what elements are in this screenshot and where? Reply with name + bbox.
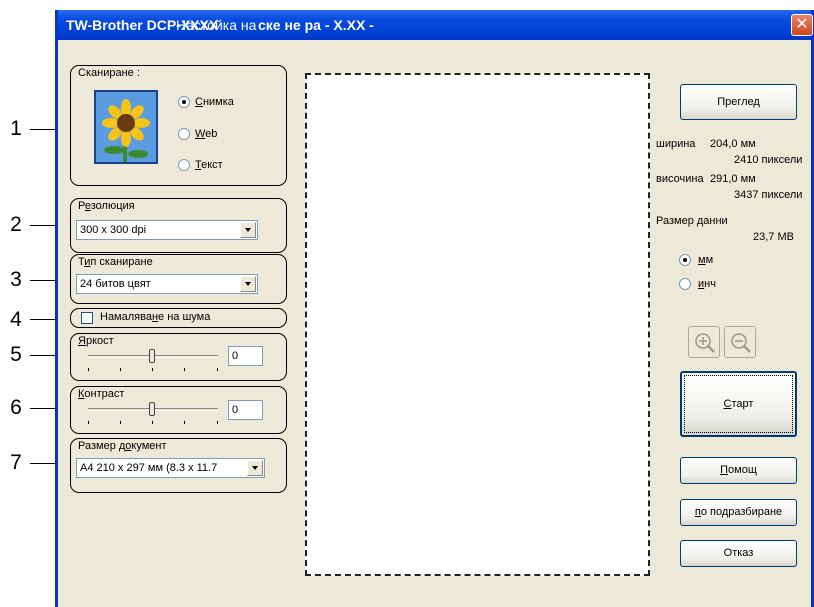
callout-1: 1 (10, 117, 22, 140)
document-size-label: Размер документ (77, 440, 168, 452)
width-px: 2410 пиксели (734, 154, 803, 166)
document-size-group: Размер документ A4 210 x 297 мм (8.3 x 1… (70, 438, 287, 493)
resolution-label: Резолюция (77, 200, 136, 212)
default-button[interactable]: по подразбиране (680, 499, 797, 526)
callout-4: 4 (10, 308, 22, 331)
resolution-group: Резолюция 300 x 300 dpi (70, 198, 287, 253)
callout-6: 6 (10, 396, 22, 419)
noise-reduction-label[interactable]: Намаляване на шума (100, 311, 210, 323)
brightness-slider-thumb[interactable] (149, 349, 155, 363)
tick (152, 421, 153, 424)
unit-inch-radio[interactable] (679, 278, 691, 290)
scan-type-select[interactable]: 24 битов цвят (76, 274, 258, 294)
contrast-group: Контраст 0 (70, 386, 287, 434)
scan-mode-label: Сканиране : (77, 67, 141, 79)
tick (217, 368, 218, 371)
close-icon: ✕ (795, 16, 809, 33)
tick (152, 368, 153, 371)
zoom-in-button[interactable] (688, 326, 720, 358)
height-px: 3437 пиксели (734, 189, 803, 201)
window-title-part2: ске не ра - X.XX - (258, 17, 374, 33)
tick (88, 421, 89, 424)
scan-type-value: 24 битов цвят (80, 278, 151, 290)
window-title-part1: Настойка на (176, 17, 257, 33)
preview-area[interactable] (305, 73, 650, 576)
tick (184, 421, 185, 424)
height-mm: 291,0 мм (710, 173, 756, 185)
tick (184, 368, 185, 371)
scan-web-radio[interactable] (178, 128, 190, 140)
sunflower-photo-icon (94, 90, 158, 164)
resolution-value: 300 x 300 dpi (80, 224, 147, 236)
callout-5: 5 (10, 343, 22, 366)
unit-inch-label[interactable]: инч (698, 278, 716, 290)
noise-reduction-checkbox[interactable] (81, 312, 93, 324)
unit-mm-radio[interactable] (679, 254, 691, 266)
tick (88, 368, 89, 371)
preview-button[interactable]: Преглед (680, 84, 797, 120)
resolution-select[interactable]: 300 x 300 dpi (76, 220, 258, 240)
scan-type-group: Тип сканиране 24 битов цвят (70, 254, 287, 304)
tick (120, 368, 121, 371)
help-button[interactable]: Помощ (680, 457, 797, 484)
data-size-value: 23,7 MB (753, 231, 794, 243)
tick (120, 421, 121, 424)
brightness-label: Яркост (77, 335, 115, 347)
height-label: височина (656, 173, 704, 185)
document-size-value: A4 210 x 297 мм (8.3 x 11.7 (80, 462, 218, 474)
zoom-out-icon (731, 333, 751, 353)
scan-photo-label[interactable]: Снимка (195, 96, 234, 108)
callout-2: 2 (10, 213, 22, 236)
zoom-in-icon (695, 333, 715, 353)
callout-7: 7 (10, 451, 22, 474)
title-bar[interactable]: TW-Brother DCP-XXXX Настойка на ске не р… (58, 10, 813, 40)
width-mm: 204,0 мм (710, 138, 756, 150)
scan-mode-group: Сканиране : Снимка Web Текст (70, 65, 287, 186)
scan-text-label[interactable]: Текст (195, 159, 223, 171)
noise-reduction-group: Намаляване на шума (70, 308, 287, 328)
scan-text-radio[interactable] (178, 159, 190, 171)
close-button[interactable]: ✕ (791, 14, 813, 36)
scan-photo-radio[interactable] (178, 96, 190, 108)
tick (217, 421, 218, 424)
chevron-down-icon[interactable] (240, 222, 256, 238)
contrast-label: Контраст (77, 388, 126, 400)
data-size-label: Размер данни (656, 215, 728, 227)
scan-type-label: Тип сканиране (77, 256, 154, 268)
brightness-value-input[interactable]: 0 (228, 346, 263, 366)
brightness-group: Яркост 0 (70, 333, 287, 381)
contrast-value-input[interactable]: 0 (228, 400, 263, 420)
contrast-slider-thumb[interactable] (149, 402, 155, 416)
cancel-button[interactable]: Отказ (680, 540, 797, 567)
document-size-select[interactable]: A4 210 x 297 мм (8.3 x 11.7 (76, 458, 265, 478)
chevron-down-icon[interactable] (247, 460, 263, 476)
zoom-out-button[interactable] (724, 326, 756, 358)
scanner-settings-window: TW-Brother DCP-XXXX Настойка на ске не р… (55, 10, 814, 607)
width-label: ширина (656, 138, 696, 150)
start-button[interactable]: Старт (680, 371, 797, 437)
chevron-down-icon[interactable] (240, 276, 256, 292)
unit-mm-label[interactable]: мм (698, 254, 713, 266)
callout-3: 3 (10, 268, 22, 291)
scan-web-label[interactable]: Web (195, 128, 217, 140)
